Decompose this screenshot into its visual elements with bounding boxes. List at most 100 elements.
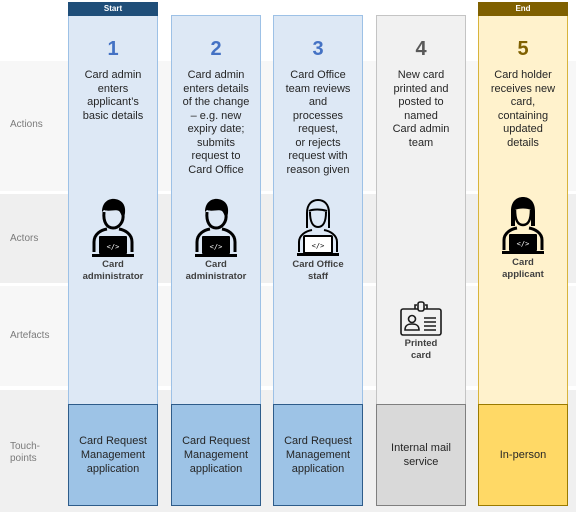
action-line: and — [308, 96, 328, 108]
step-column-1: Start 1 Card admin enters applicant’s ba… — [68, 2, 158, 506]
action-line: New card — [397, 69, 445, 81]
actor-label-line: Card — [512, 257, 534, 268]
action-line: details — [507, 136, 539, 149]
svg-text:</>: </> — [312, 242, 325, 250]
action-line: card, — [510, 96, 536, 108]
touchpoint-line: service — [403, 456, 439, 468]
touchpoint-line: Card Request — [182, 435, 250, 447]
touchpoint-line: In-person — [499, 449, 547, 461]
step-action: Card Office team reviews and processes r… — [276, 69, 360, 177]
svg-text:</>: </> — [107, 243, 120, 251]
row-label-touchpoints: Touch- points — [10, 441, 40, 465]
action-line: processes — [292, 109, 344, 122]
action-line: receives new — [490, 82, 556, 95]
developer-person-icon: </> — [69, 196, 157, 258]
touchpoint-line: Card Request — [79, 435, 147, 447]
touchpoint-line: Internal mail — [391, 442, 451, 454]
actor-label-line: staff — [307, 271, 329, 282]
step-action: Card admin enters details of the change … — [174, 69, 258, 177]
step-action: Card holder receives new card, containin… — [481, 69, 565, 150]
step-number: 4 — [415, 38, 427, 60]
action-line: reason given — [286, 163, 350, 176]
action-line: updated — [503, 123, 543, 135]
action-line: applicant’s — [87, 96, 139, 108]
artefact-label: Printed card — [377, 338, 465, 362]
action-line: team reviews — [285, 82, 351, 95]
touchpoint-line: Management — [183, 449, 249, 461]
actor-label-line: Card — [205, 259, 227, 270]
action-line: of the change — [182, 96, 250, 108]
touchpoint-line: application — [291, 463, 345, 475]
touchpoint-box: In-person — [478, 404, 568, 506]
action-line: printed and — [393, 82, 449, 95]
action-line: named — [404, 109, 438, 122]
actor-label-line: Card Office — [292, 259, 344, 270]
touchpoint-box: Card Request Management application — [68, 404, 158, 506]
action-line: posted to — [398, 96, 444, 108]
developer-woman-icon: </> — [479, 196, 567, 256]
step-number: 5 — [517, 38, 529, 60]
touchpoint-line: application — [86, 463, 140, 475]
artefact-label-line: card — [410, 350, 432, 361]
actor-label: Card Office staff — [274, 259, 362, 283]
id-badge-icon — [377, 301, 465, 337]
step-column-4: 4 New card printed and posted to named C… — [376, 15, 466, 506]
step-number: 3 — [312, 38, 324, 60]
action-line: request, — [298, 123, 338, 135]
action-line: Card holder — [494, 69, 552, 81]
row-label-artefacts: Artefacts — [10, 330, 50, 341]
svg-text:</>: </> — [210, 243, 223, 251]
touchpoint-box: Internal mail service — [376, 404, 466, 506]
action-line: expiry date; — [187, 123, 245, 135]
step-column-2: 2 Card admin enters details of the chang… — [171, 15, 261, 506]
step-column-5: End 5 Card holder receives new card, con… — [478, 2, 568, 506]
touchpoint-line: Card Request — [284, 435, 352, 447]
action-line: Card admin — [187, 69, 245, 81]
touchpoint-line: application — [189, 463, 243, 475]
step-number: 2 — [210, 38, 222, 60]
actor: </> Card applicant — [479, 196, 567, 281]
row-label-actors: Actors — [10, 233, 39, 244]
actor-label-line: Card — [102, 259, 124, 270]
action-line: – e.g. new — [190, 109, 242, 122]
developer-person-icon: </> — [172, 196, 260, 258]
actor-label: Card administrator — [172, 259, 260, 283]
actor: </> Card administrator — [69, 196, 157, 283]
actor-label: Card administrator — [69, 259, 157, 283]
actor-label: Card applicant — [479, 257, 567, 281]
svg-text:</>: </> — [517, 240, 530, 248]
touchpoint-line: Management — [80, 449, 146, 461]
step-action: New card printed and posted to named Car… — [379, 69, 463, 150]
action-line: team — [408, 136, 434, 149]
action-line: Card admin — [392, 123, 450, 135]
touchpoint-line: Management — [285, 449, 351, 461]
action-line: Card Office — [188, 163, 244, 176]
action-line: enters details — [183, 82, 249, 95]
step-action: Card admin enters applicant’s basic deta… — [71, 69, 155, 123]
touchpoint-box: Card Request Management application — [273, 404, 363, 506]
action-line: Card admin — [84, 69, 142, 81]
action-line: enters — [97, 82, 129, 95]
artefact-label-line: Printed — [404, 338, 438, 349]
row-label-touchpoints-line2: points — [10, 453, 37, 464]
artefact: Printed card — [377, 301, 465, 362]
row-label-touchpoints-line1: Touch- — [10, 441, 41, 452]
actor-label-line: administrator — [185, 271, 247, 282]
action-line: Card Office — [290, 69, 346, 81]
touchpoint-box: Card Request Management application — [171, 404, 261, 506]
end-header: End — [478, 2, 568, 16]
actor: </> Card administrator — [172, 196, 260, 283]
action-line: or rejects — [295, 136, 341, 149]
actor-label-line: administrator — [82, 271, 144, 282]
developer-woman-outline-icon: </> — [274, 198, 362, 258]
actor-label-line: applicant — [502, 269, 544, 280]
action-line: request to — [191, 150, 241, 162]
action-line: containing — [497, 109, 549, 122]
action-line: submits — [197, 136, 235, 149]
step-column-3: 3 Card Office team reviews and processes… — [273, 15, 363, 506]
actor: </> Card Office staff — [274, 198, 362, 283]
action-line: basic details — [82, 109, 144, 122]
row-label-actions: Actions — [10, 119, 43, 130]
step-number: 1 — [107, 38, 119, 60]
start-header: Start — [68, 2, 158, 16]
